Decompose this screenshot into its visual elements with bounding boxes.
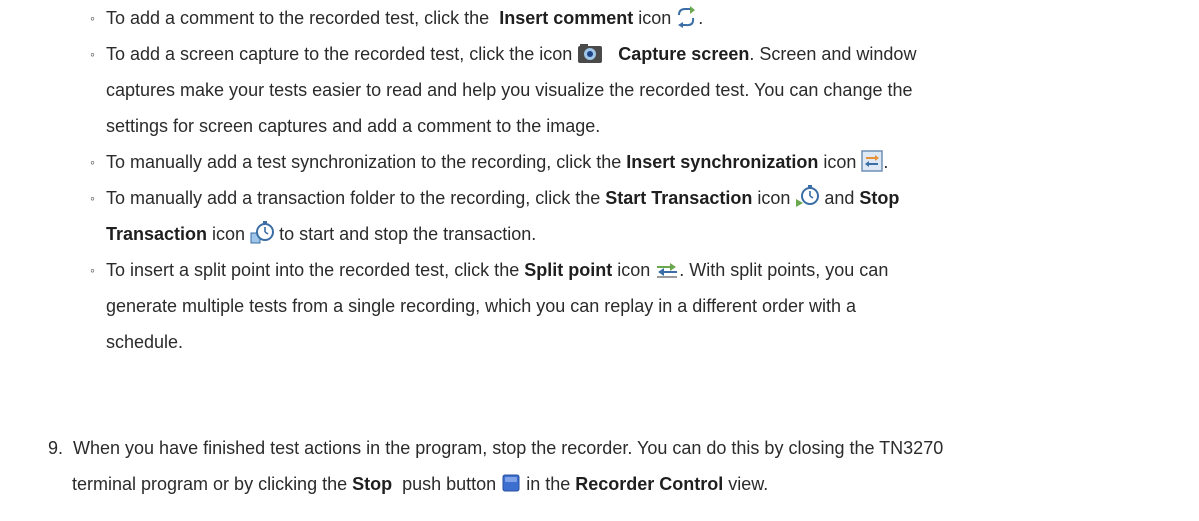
- item-bold: Split point: [524, 260, 613, 280]
- split-point-icon: [657, 263, 678, 278]
- item-text: . With split points, you can: [679, 260, 889, 280]
- step-text: terminal program or by clicking the: [72, 474, 353, 494]
- step-bold: Recorder Control: [575, 474, 724, 494]
- bullet: ◦: [90, 262, 95, 278]
- sub-list: ◦ To add a comment to the recorded test,…: [90, 0, 1190, 360]
- insert-synchronization-icon: [861, 150, 884, 172]
- item-text: icon: [752, 188, 796, 208]
- item-text: icon: [612, 260, 656, 280]
- item-text: icon: [818, 152, 862, 172]
- step-text: view.: [723, 474, 769, 494]
- item-bold: Start Transaction: [605, 188, 753, 208]
- item-text: To add a comment to the recorded test, c…: [106, 8, 500, 28]
- item-text: generate multiple tests from a single re…: [106, 296, 857, 316]
- start-transaction-icon: [796, 185, 820, 208]
- item-text: To manually add a transaction folder to …: [106, 188, 606, 208]
- item-bold: Insert comment: [499, 8, 634, 28]
- stop-transaction-icon: [250, 221, 275, 244]
- bullet: ◦: [90, 46, 95, 62]
- item-text: .: [698, 8, 704, 28]
- step-number: 9.: [48, 438, 64, 458]
- insert-comment-icon: [678, 6, 696, 29]
- item-text: . Screen and window: [749, 44, 917, 64]
- item-text: To add a screen capture to the recorded …: [106, 44, 578, 64]
- item-text: and: [819, 188, 860, 208]
- item-text: settings for screen captures and add a c…: [106, 116, 601, 136]
- item-text: To manually add a test synchronization t…: [106, 152, 627, 172]
- step-text: push button: [392, 474, 502, 494]
- item-text: captures make your tests easier to read …: [106, 80, 913, 100]
- capture-screen-icon: [578, 44, 603, 64]
- item-bold: Stop: [859, 188, 900, 208]
- item-text: icon: [633, 8, 677, 28]
- step-text: in the: [521, 474, 576, 494]
- list-item: ◦ To add a screen capture to the recorde…: [90, 36, 1190, 144]
- item-text: .: [883, 152, 889, 172]
- item-bold: Insert synchronization: [626, 152, 819, 172]
- bullet: ◦: [90, 154, 95, 170]
- bullet: ◦: [90, 190, 95, 206]
- bullet: ◦: [90, 10, 95, 26]
- step-bold: Stop: [352, 474, 393, 494]
- list-item: ◦ To insert a split point into the recor…: [90, 252, 1190, 360]
- list-item: ◦ To add a comment to the recorded test,…: [90, 0, 1190, 36]
- item-text: To insert a split point into the recorde…: [106, 260, 525, 280]
- item-text: schedule.: [106, 332, 184, 352]
- item-text: icon: [207, 224, 251, 244]
- item-bold: Capture screen: [618, 44, 750, 64]
- step-text: When you have finished test actions in t…: [73, 438, 944, 458]
- list-item: ◦ To manually add a test synchronization…: [90, 144, 1190, 180]
- item-bold: Transaction: [106, 224, 208, 244]
- list-item: ◦ To manually add a transaction folder t…: [90, 180, 1190, 252]
- document-page: ◦ To add a comment to the recorded test,…: [0, 0, 1199, 521]
- item-text: to start and stop the transaction.: [274, 224, 537, 244]
- numbered-step: 9. When you have finished test actions i…: [48, 430, 1188, 502]
- stop-button-icon: [502, 474, 520, 492]
